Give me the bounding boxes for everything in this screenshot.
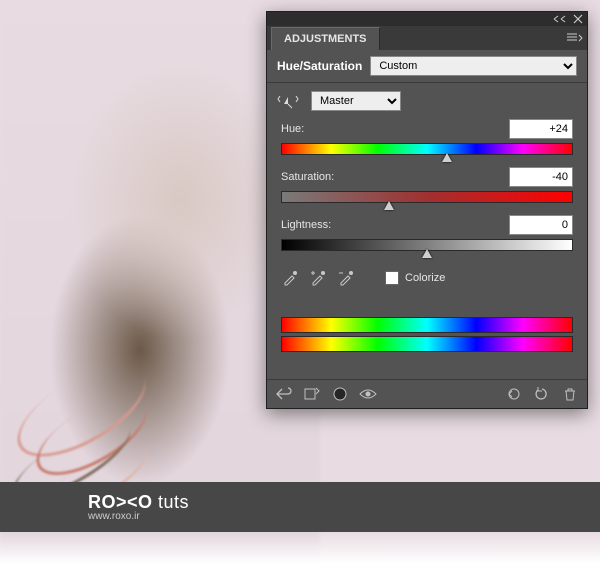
bottom-fade xyxy=(0,532,600,584)
lightness-slider[interactable] xyxy=(281,239,573,249)
tab-adjustments[interactable]: ADJUSTMENTS xyxy=(271,27,380,50)
reset-icon[interactable] xyxy=(533,385,551,403)
panel-footer xyxy=(267,379,587,408)
previous-state-icon[interactable] xyxy=(505,385,523,403)
panel-menu-icon[interactable] xyxy=(565,30,583,47)
visibility-eye-icon[interactable] xyxy=(359,385,377,403)
adjustment-name-label: Hue/Saturation xyxy=(277,59,362,73)
adjustments-panel: ADJUSTMENTS Hue/Saturation Custom Master… xyxy=(266,11,588,409)
lightness-value-input[interactable] xyxy=(509,215,573,235)
channel-row: Master xyxy=(267,83,587,115)
scrubby-adjust-icon[interactable] xyxy=(277,92,299,110)
hue-value-input[interactable] xyxy=(509,119,573,139)
spectrum-block xyxy=(267,297,587,379)
colorize-checkbox[interactable] xyxy=(385,271,399,285)
watermark-url: www.roxo.ir xyxy=(88,511,600,522)
adjustment-header-row: Hue/Saturation Custom xyxy=(267,50,587,83)
spectrum-top xyxy=(281,317,573,333)
saturation-slider-thumb[interactable] xyxy=(384,201,394,210)
eyedropper-plus-icon[interactable] xyxy=(309,269,327,287)
hue-label: Hue: xyxy=(281,123,304,135)
saturation-label: Saturation: xyxy=(281,171,334,183)
clip-to-layer-icon[interactable] xyxy=(331,385,349,403)
lightness-slider-block: Lightness: xyxy=(267,211,587,249)
back-arrow-icon[interactable] xyxy=(275,385,293,403)
close-icon[interactable] xyxy=(573,14,583,24)
watermark-brand: RO><O tuts xyxy=(88,492,600,513)
saturation-slider-block: Saturation: xyxy=(267,163,587,201)
colorize-checkbox-wrap[interactable]: Colorize xyxy=(385,271,445,285)
eyedropper-row: Colorize xyxy=(267,259,587,297)
hue-slider-block: Hue: xyxy=(267,115,587,153)
colorize-label: Colorize xyxy=(405,272,445,284)
preset-select[interactable]: Custom xyxy=(370,56,577,76)
eyedropper-minus-icon[interactable] xyxy=(337,269,355,287)
expand-view-icon[interactable] xyxy=(303,385,321,403)
lightness-slider-thumb[interactable] xyxy=(422,249,432,258)
hue-slider[interactable] xyxy=(281,143,573,153)
saturation-slider[interactable] xyxy=(281,191,573,201)
panel-tab-row: ADJUSTMENTS xyxy=(267,26,587,50)
spectrum-bottom xyxy=(281,336,573,352)
channel-select[interactable]: Master xyxy=(311,91,401,111)
panel-titlebar[interactable] xyxy=(267,12,587,26)
collapse-icon[interactable] xyxy=(553,15,567,23)
watermark-bar: RO><O tuts www.roxo.ir xyxy=(0,482,600,532)
hue-slider-thumb[interactable] xyxy=(442,153,452,162)
trash-icon[interactable] xyxy=(561,385,579,403)
lightness-label: Lightness: xyxy=(281,219,331,231)
saturation-value-input[interactable] xyxy=(509,167,573,187)
eyedropper-icon[interactable] xyxy=(281,269,299,287)
